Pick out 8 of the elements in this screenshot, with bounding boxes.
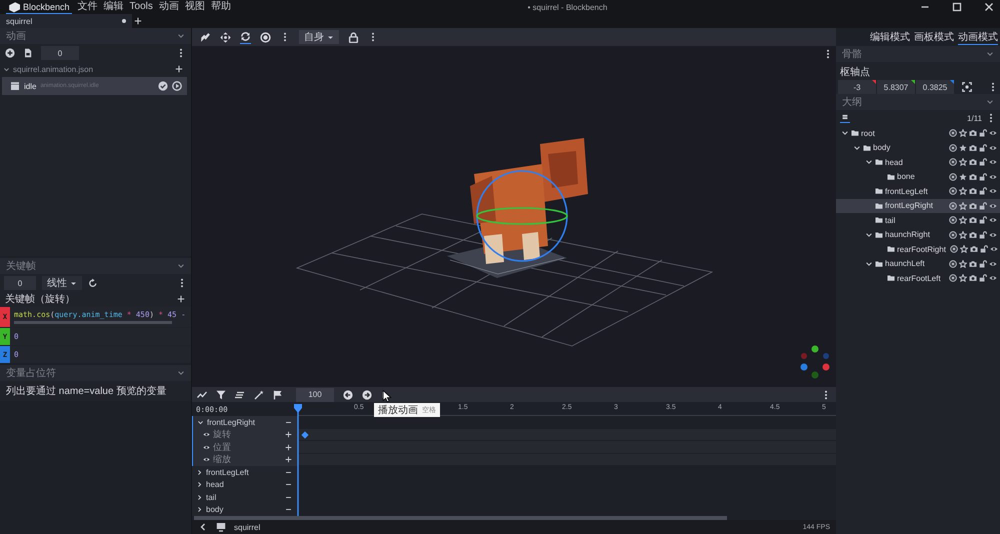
tooltip-label: 播放动画 bbox=[378, 404, 418, 417]
window-title: • squirrel - Blockbench bbox=[528, 2, 608, 12]
animation-name: idle bbox=[24, 82, 36, 90]
field-label: 枢轴点 bbox=[839, 66, 871, 80]
hint-text: 列出要通过 name=value 预览的变量 bbox=[5, 384, 168, 399]
scene-name: squirrel bbox=[234, 522, 260, 532]
channel-title: 关键帧（旋转） bbox=[5, 292, 75, 306]
item-count: 1/11 bbox=[967, 114, 982, 122]
